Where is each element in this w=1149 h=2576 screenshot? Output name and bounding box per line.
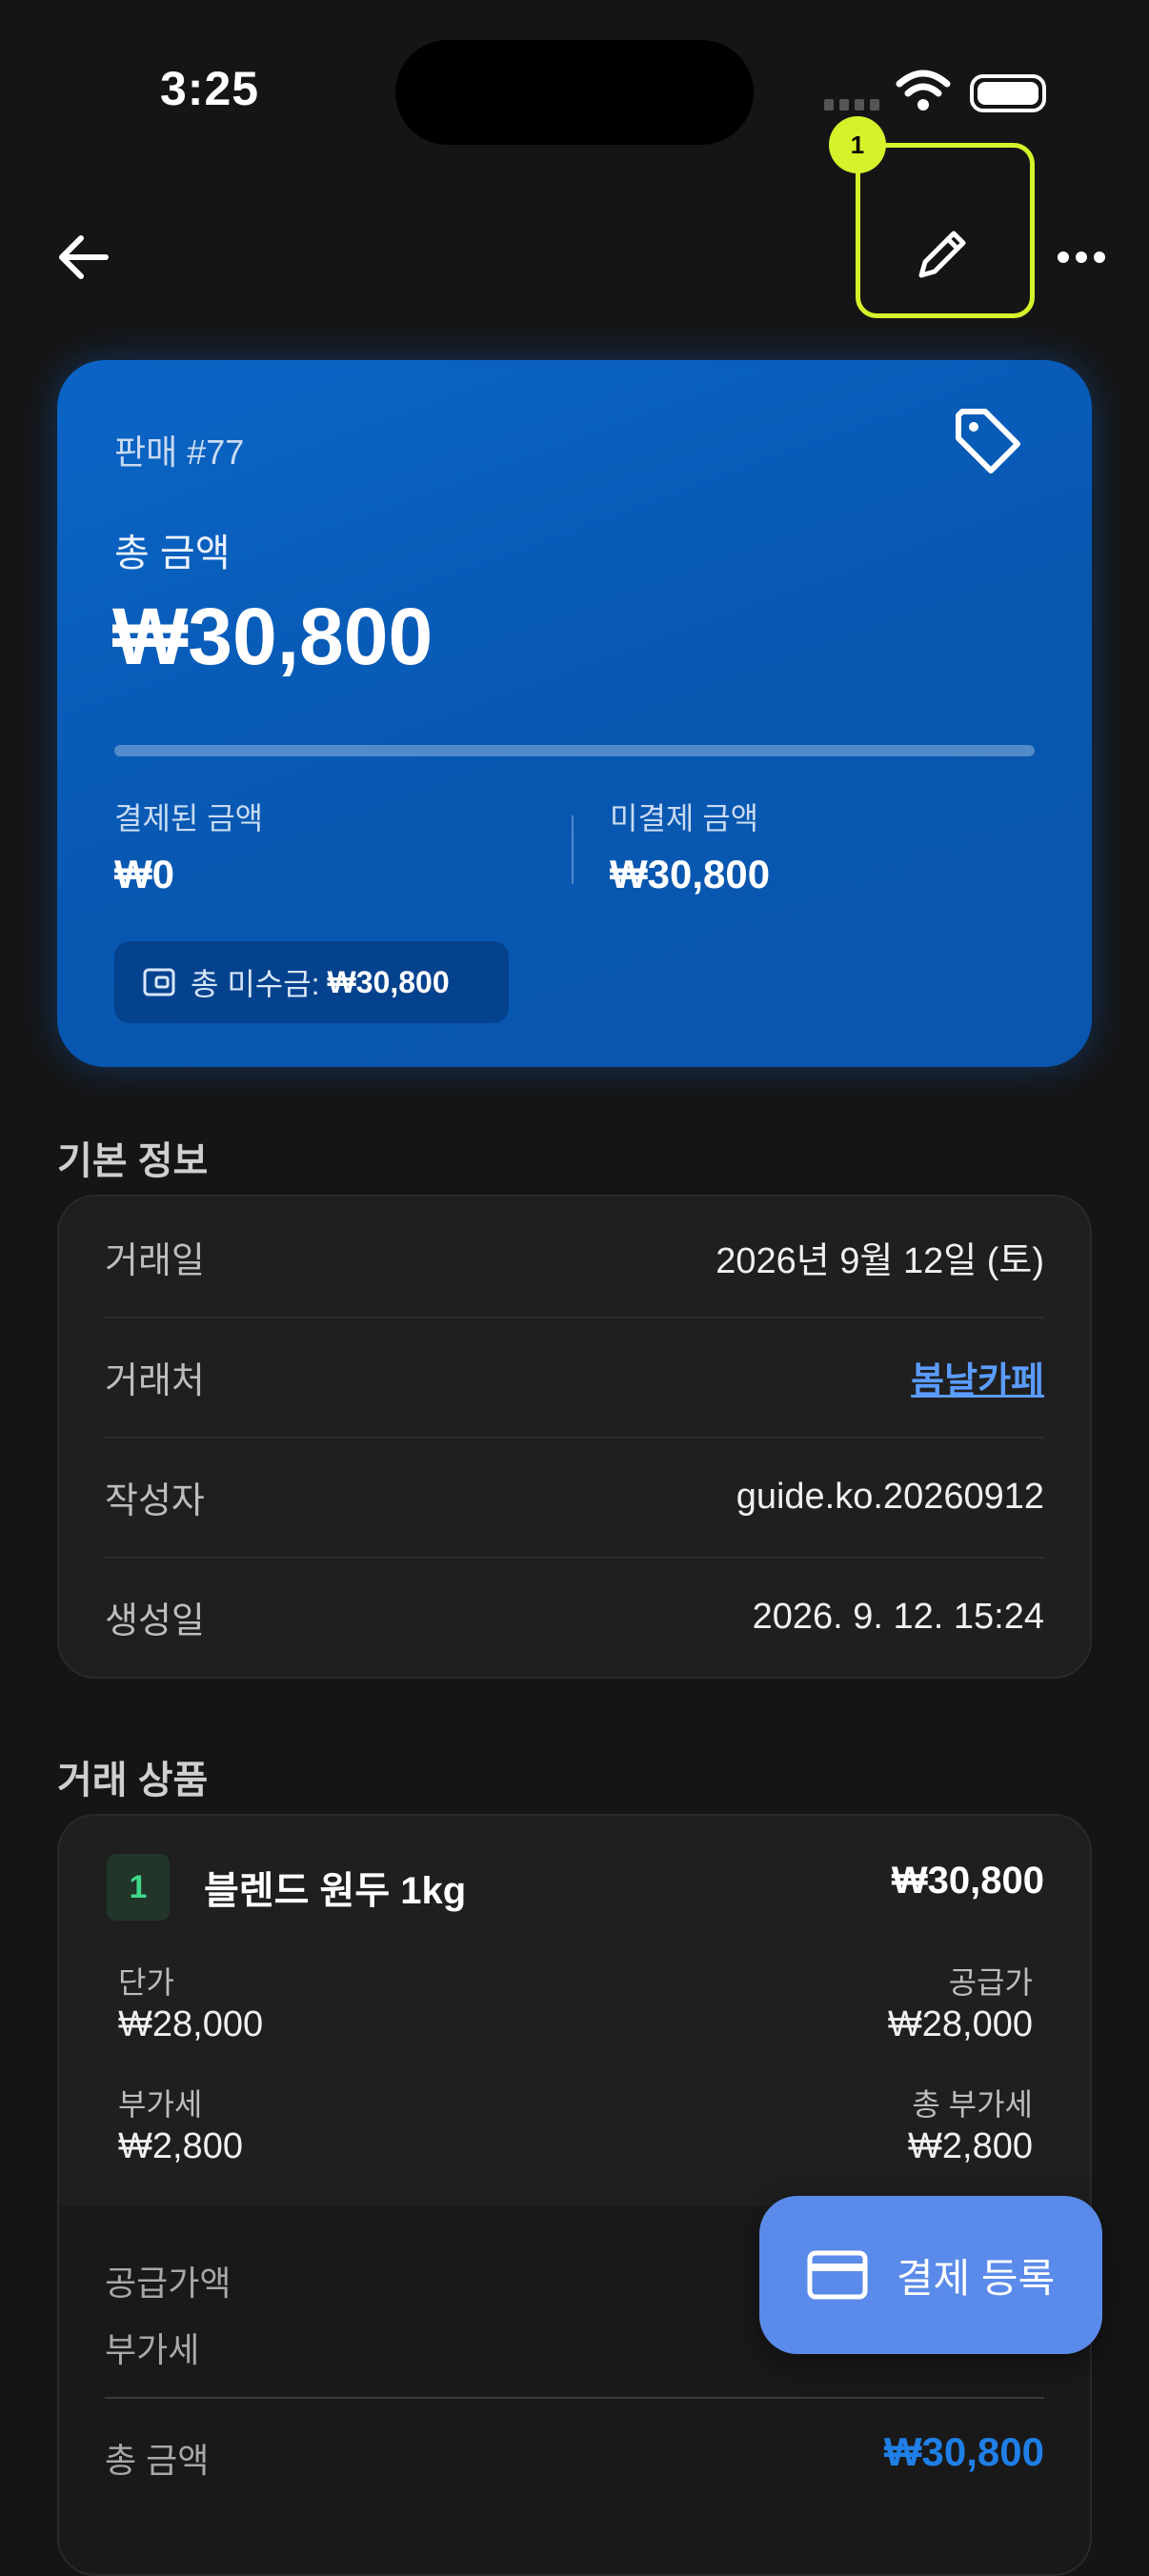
unit-price-label: 단가 [118, 1965, 174, 2000]
section-title-basic-info: 기본 정보 [57, 1140, 209, 1182]
pencil-icon [918, 231, 966, 278]
divider [572, 815, 574, 884]
total-vat-label: 총 부가세 [912, 2087, 1033, 2122]
sale-number: 판매 #77 [114, 433, 245, 472]
product-card: 1 블렌드 원두 1kg ₩30,800 단가 ₩28,000 공급가 ₩28,… [57, 1814, 1092, 2576]
battery-icon [970, 74, 1046, 112]
info-key: 생성일 [105, 1600, 205, 1641]
more-horizontal-icon [1058, 252, 1105, 263]
tag-icon [956, 409, 1020, 473]
summary-total-value: ₩30,800 [883, 2429, 1044, 2474]
vat-value: ₩2,800 [118, 2126, 243, 2166]
paid-label: 결제된 금액 [114, 801, 264, 835]
payment-progress-bar [114, 745, 1035, 756]
wallet-icon [143, 968, 175, 996]
due-label: 미결제 금액 [610, 801, 759, 835]
supply-label: 공급가 [948, 1965, 1033, 2000]
partner-link[interactable]: 봄날카페 [911, 1351, 1044, 1403]
sale-summary-card: 판매 #77 총 금액 ₩30,800 결제된 금액 ₩0 미결제 금액 ₩30… [57, 360, 1092, 1067]
info-row-date: 거래일 2026년 9월 12일 (토) [105, 1197, 1044, 1317]
arrow-left-icon [59, 235, 109, 279]
back-button[interactable] [50, 224, 116, 291]
edit-button[interactable] [903, 221, 981, 288]
register-payment-button[interactable]: 결제 등록 [759, 2196, 1102, 2354]
credit-card-icon [807, 2250, 868, 2300]
status-time: 3:25 [160, 62, 260, 115]
annotation-badge: 1 [829, 116, 886, 173]
summary-divider [105, 2397, 1044, 2399]
summary-vat-label: 부가세 [105, 2330, 200, 2369]
info-value: 2026년 9월 12일 (토) [716, 1240, 1044, 1281]
dynamic-island [395, 40, 754, 145]
receivable-chip: 총 미수금: ₩30,800 [114, 941, 509, 1023]
info-row-author: 작성자 guide.ko.20260912 [105, 1437, 1044, 1557]
more-button[interactable] [1048, 229, 1115, 286]
total-vat-value: ₩2,800 [908, 2126, 1033, 2166]
supply-value: ₩28,000 [887, 2004, 1033, 2044]
due-value: ₩30,800 [610, 852, 771, 896]
register-payment-label: 결제 등록 [896, 2255, 1056, 2301]
cellular-icon [824, 99, 879, 111]
product-name: 블렌드 원두 1kg [204, 1870, 467, 1912]
info-key: 거래처 [105, 1360, 205, 1401]
receivable-value: ₩30,800 [327, 964, 450, 999]
unit-price-value: ₩28,000 [118, 2004, 264, 2044]
paid-value: ₩0 [114, 852, 174, 896]
info-key: 거래일 [105, 1240, 205, 1281]
info-key: 작성자 [105, 1480, 205, 1521]
info-value: guide.ko.20260912 [736, 1476, 1044, 1517]
info-value: 2026. 9. 12. 15:24 [752, 1596, 1044, 1637]
receivable-label: 총 미수금: [191, 967, 320, 1001]
product-total: ₩30,800 [891, 1860, 1044, 1902]
product-index: 1 [107, 1854, 170, 1921]
info-row-partner: 거래처 봄날카페 [105, 1317, 1044, 1437]
basic-info-card: 거래일 2026년 9월 12일 (토) 거래처 봄날카페 작성자 guide.… [57, 1195, 1092, 1679]
total-label: 총 금액 [114, 533, 231, 574]
wifi-icon [896, 70, 951, 111]
section-title-products: 거래 상품 [57, 1760, 209, 1801]
info-row-created: 생성일 2026. 9. 12. 15:24 [105, 1557, 1044, 1677]
summary-supply-label: 공급가액 [105, 2264, 232, 2303]
vat-label: 부가세 [118, 2087, 203, 2122]
total-amount: ₩30,800 [112, 592, 433, 681]
summary-total-label: 총 금액 [105, 2441, 210, 2480]
